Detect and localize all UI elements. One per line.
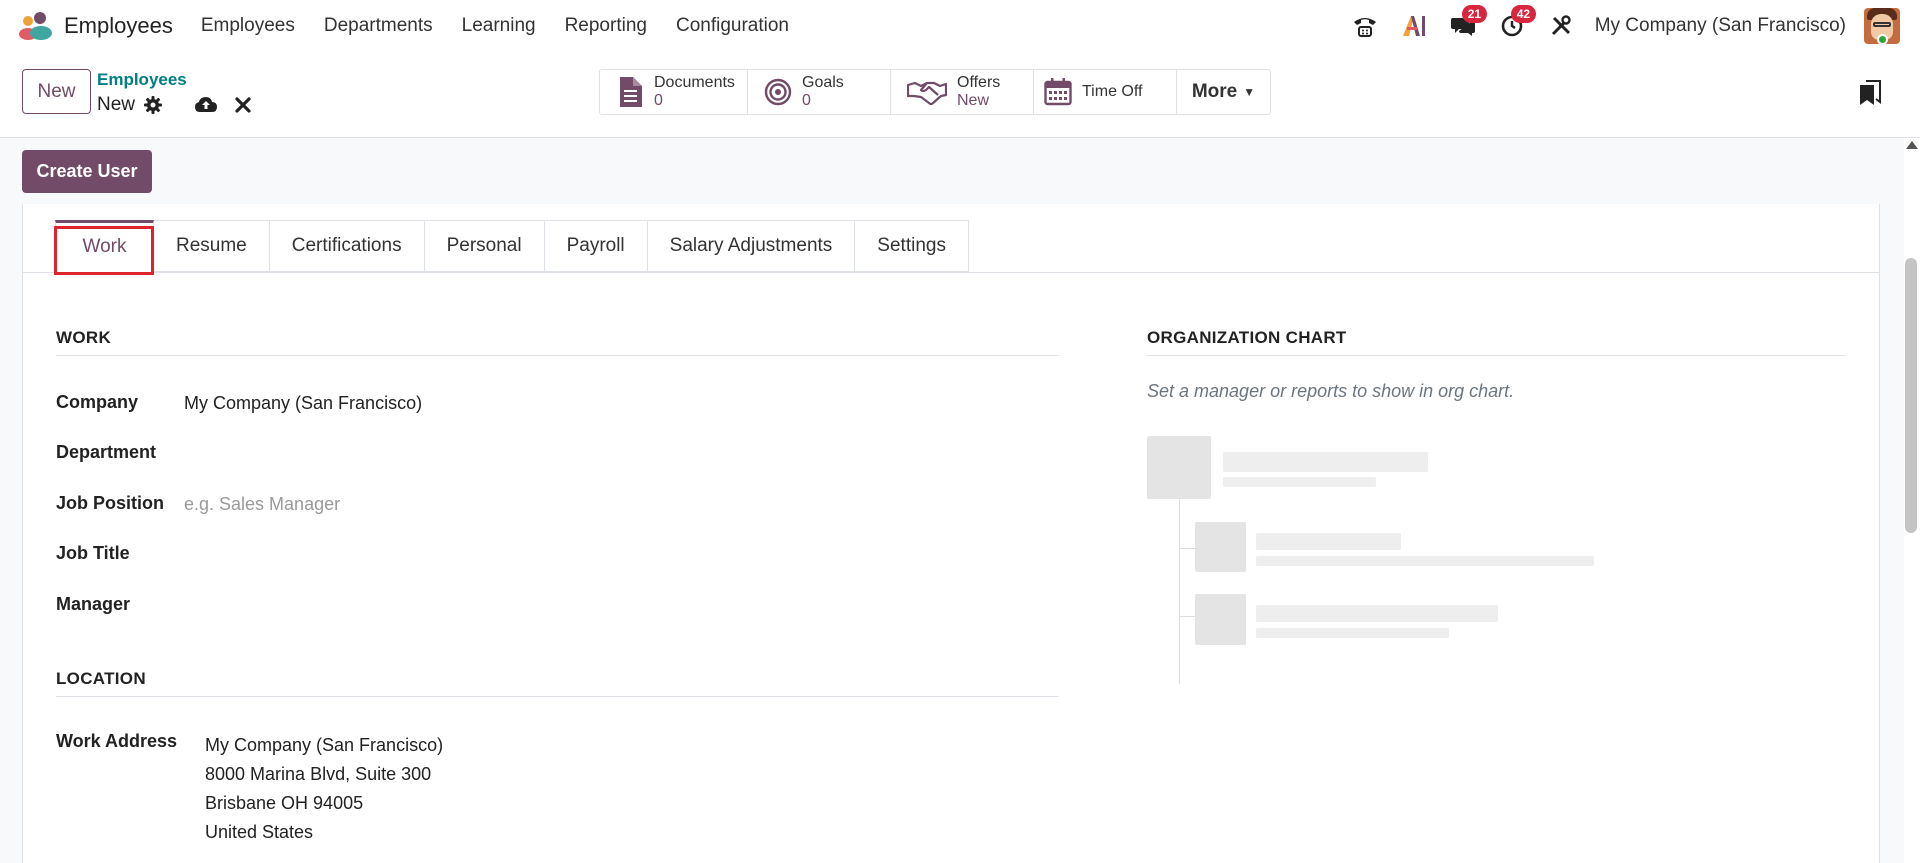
menu-reporting[interactable]: Reporting	[565, 15, 647, 37]
main-menu: Employees Departments Learning Reporting…	[201, 15, 818, 37]
manager-label: Manager	[56, 594, 131, 614]
documents-count: 0	[654, 92, 663, 109]
location-section-divider	[56, 696, 1059, 697]
address-line-4: United States	[205, 822, 314, 842]
goals-smart-button[interactable]: Goals 0	[748, 70, 891, 114]
scroll-up-arrow-icon[interactable]	[1906, 141, 1918, 149]
breadcrumb-employees[interactable]: Employees	[97, 70, 187, 90]
offers-status: New	[957, 92, 990, 109]
company-switcher[interactable]: My Company (San Francisco)	[1595, 15, 1846, 37]
navbar-systray: 21 42 My Company (San Francisco)	[1350, 0, 1920, 52]
tabs-divider	[23, 272, 1879, 273]
bookmark-icon[interactable]	[1858, 80, 1882, 106]
app-name: Employees	[64, 13, 173, 38]
form-content: Create User Work Resume Certifications P…	[0, 138, 1904, 863]
scrollbar-thumb[interactable]	[1905, 258, 1917, 533]
company-field[interactable]: My Company (San Francisco)	[184, 393, 422, 414]
gear-icon[interactable]	[143, 95, 163, 115]
notebook-tabs: Work Resume Certifications Personal Payr…	[55, 220, 969, 272]
messages-badge: 21	[1461, 5, 1488, 23]
job-position-label: Job Position	[56, 493, 164, 513]
tab-resume[interactable]: Resume	[154, 220, 270, 272]
control-panel: New Employees New Documents 0 Goals 0 Of…	[0, 52, 1920, 138]
time-off-smart-button[interactable]: Time Off	[1034, 70, 1177, 114]
document-icon	[616, 77, 644, 107]
goals-count: 0	[802, 92, 811, 109]
tab-salary-adjustments[interactable]: Salary Adjustments	[647, 220, 856, 272]
form-sheet: Work Resume Certifications Personal Payr…	[22, 204, 1880, 863]
work-section-divider	[56, 355, 1059, 356]
work-section-title: WORK	[56, 328, 112, 347]
create-user-button[interactable]: Create User	[22, 150, 152, 193]
company-label: Company	[56, 392, 139, 412]
job-position-field[interactable]: e.g. Sales Manager	[184, 494, 340, 515]
messages-icon[interactable]: 21	[1448, 5, 1488, 41]
menu-employees[interactable]: Employees	[201, 15, 295, 37]
online-status-dot	[1877, 34, 1888, 45]
form-status-bar: Create User	[0, 138, 1880, 204]
menu-learning[interactable]: Learning	[462, 15, 536, 37]
documents-smart-button[interactable]: Documents 0	[600, 70, 748, 114]
manager-field[interactable]	[184, 588, 1054, 620]
department-label: Department	[56, 442, 157, 462]
smart-buttons: Documents 0 Goals 0 Offers New Time Off …	[599, 69, 1271, 115]
location-section-title: LOCATION	[56, 669, 146, 688]
activities-clock-icon[interactable]: 42	[1497, 5, 1537, 41]
job-title-field[interactable]	[184, 537, 1054, 569]
menu-configuration[interactable]: Configuration	[676, 15, 789, 37]
documents-label: Documents	[654, 74, 735, 91]
tab-certifications[interactable]: Certifications	[269, 220, 425, 272]
target-icon	[764, 78, 792, 106]
tab-payroll[interactable]: Payroll	[544, 220, 648, 272]
org-chart-title: ORGANIZATION CHART	[1147, 328, 1347, 347]
employees-app-icon	[18, 11, 54, 41]
more-dropdown-button[interactable]: More ▼	[1177, 70, 1270, 114]
discard-icon[interactable]	[234, 96, 252, 114]
caret-down-icon: ▼	[1243, 85, 1256, 99]
menu-departments[interactable]: Departments	[324, 15, 433, 37]
address-line-2: 8000 Marina Blvd, Suite 300	[205, 764, 432, 784]
org-chart-hint: Set a manager or reports to show in org …	[1147, 381, 1515, 401]
phone-icon[interactable]	[1350, 11, 1380, 41]
app-brand[interactable]: Employees	[18, 11, 173, 41]
top-navbar: Employees Employees Departments Learning…	[0, 0, 1920, 52]
more-label: More	[1191, 81, 1238, 102]
ai-icon[interactable]	[1399, 11, 1429, 41]
address-line-3: Brisbane OH 94005	[205, 793, 364, 813]
tools-icon[interactable]	[1546, 11, 1576, 41]
activities-badge: 42	[1510, 5, 1537, 23]
tab-settings[interactable]: Settings	[855, 220, 969, 272]
org-chart-divider	[1147, 355, 1845, 356]
offers-smart-button[interactable]: Offers New	[891, 70, 1034, 114]
save-cloud-icon[interactable]	[194, 94, 218, 116]
offers-label: Offers	[957, 74, 1001, 91]
goals-label: Goals	[802, 74, 844, 91]
work-tab-highlight-box	[54, 226, 154, 275]
time-off-label: Time Off	[1082, 83, 1143, 100]
department-field[interactable]	[184, 436, 1054, 468]
breadcrumb-current: New	[97, 94, 136, 115]
handshake-icon	[907, 78, 947, 106]
calendar-icon	[1044, 78, 1072, 106]
tab-personal[interactable]: Personal	[424, 220, 545, 272]
new-button[interactable]: New	[22, 69, 91, 114]
job-title-label: Job Title	[56, 543, 130, 563]
address-line-1: My Company (San Francisco)	[205, 735, 444, 755]
work-address-field[interactable]: My Company (San Francisco) 8000 Marina B…	[205, 731, 443, 847]
work-address-label: Work Address	[56, 731, 178, 751]
